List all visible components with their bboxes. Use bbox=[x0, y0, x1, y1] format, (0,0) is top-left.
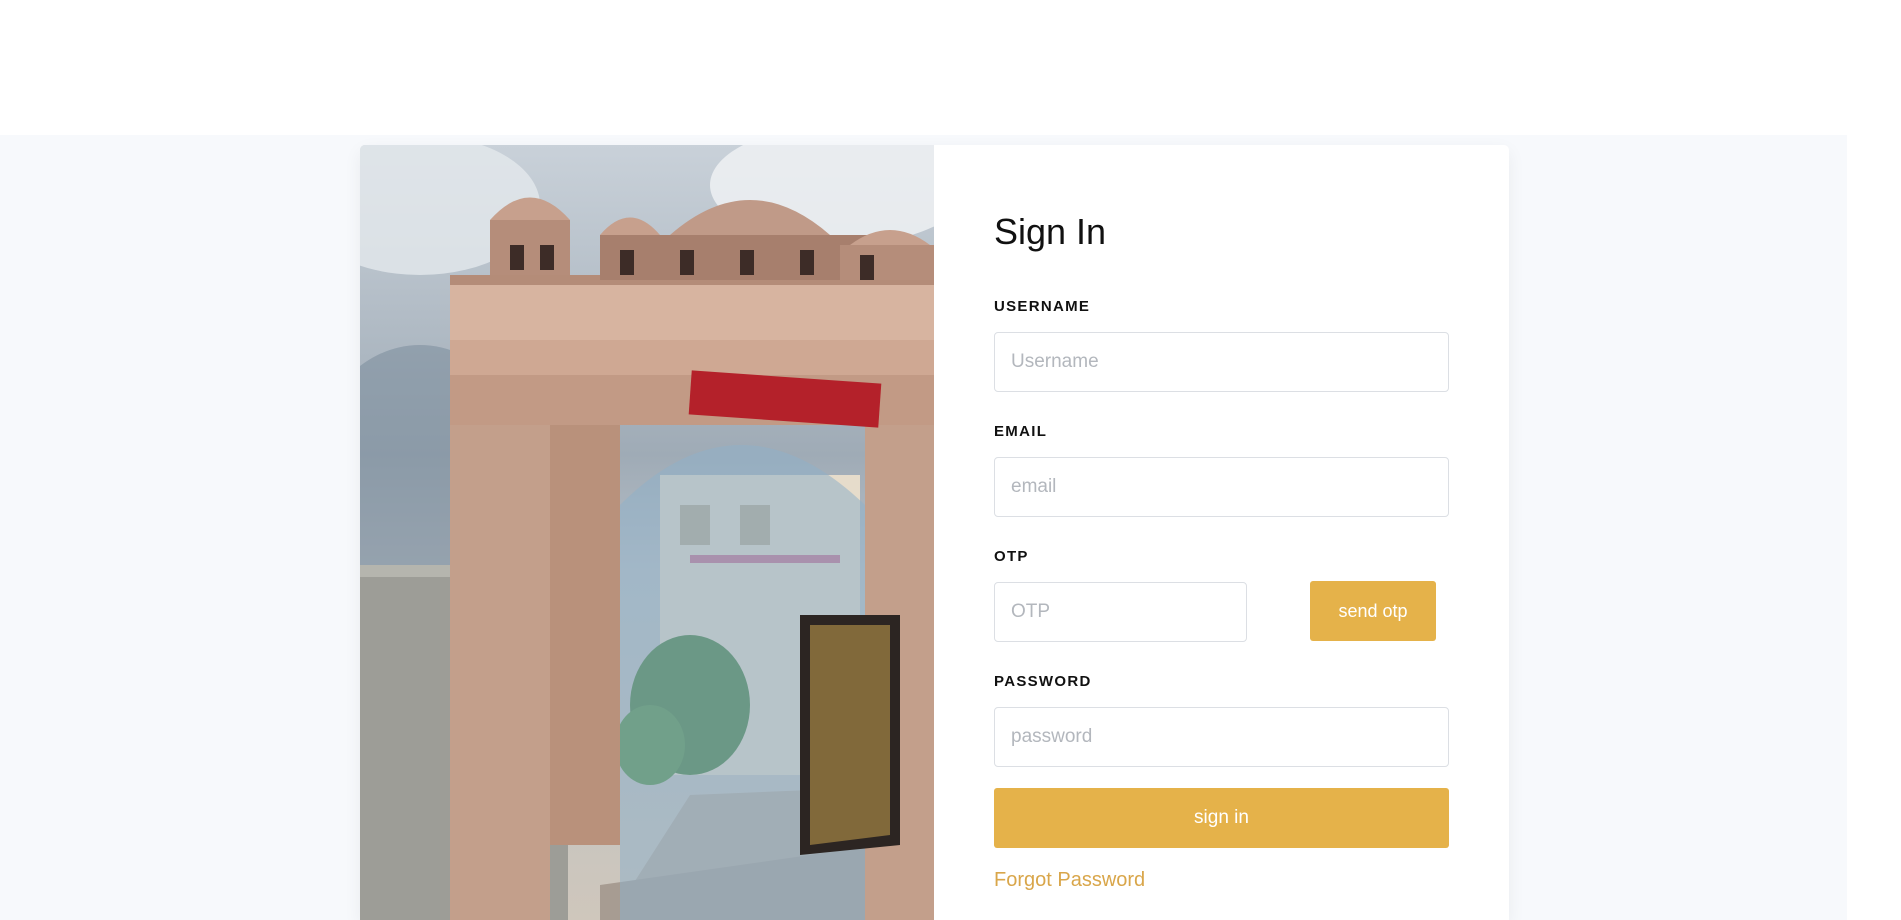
email-input[interactable] bbox=[994, 457, 1449, 517]
sign-in-button[interactable]: sign in bbox=[994, 788, 1449, 848]
otp-label: OTP bbox=[994, 548, 1029, 565]
password-label: PASSWORD bbox=[994, 673, 1092, 690]
gateway-photo bbox=[360, 145, 934, 920]
username-label: USERNAME bbox=[994, 298, 1091, 315]
sign-in-form: Sign In USERNAME EMAIL OTP send otp PASS… bbox=[994, 145, 1449, 920]
username-input[interactable] bbox=[994, 332, 1449, 392]
page-title: Sign In bbox=[994, 211, 1107, 252]
forgot-password-link[interactable]: Forgot Password bbox=[994, 869, 1145, 892]
login-card: Sign In USERNAME EMAIL OTP send otp PASS… bbox=[360, 145, 1509, 920]
top-header-bar bbox=[0, 0, 1901, 135]
gateway-illustration bbox=[360, 145, 934, 920]
email-label: EMAIL bbox=[994, 423, 1048, 440]
password-input[interactable] bbox=[994, 707, 1449, 767]
otp-input[interactable] bbox=[994, 582, 1247, 642]
send-otp-button[interactable]: send otp bbox=[1310, 581, 1436, 641]
